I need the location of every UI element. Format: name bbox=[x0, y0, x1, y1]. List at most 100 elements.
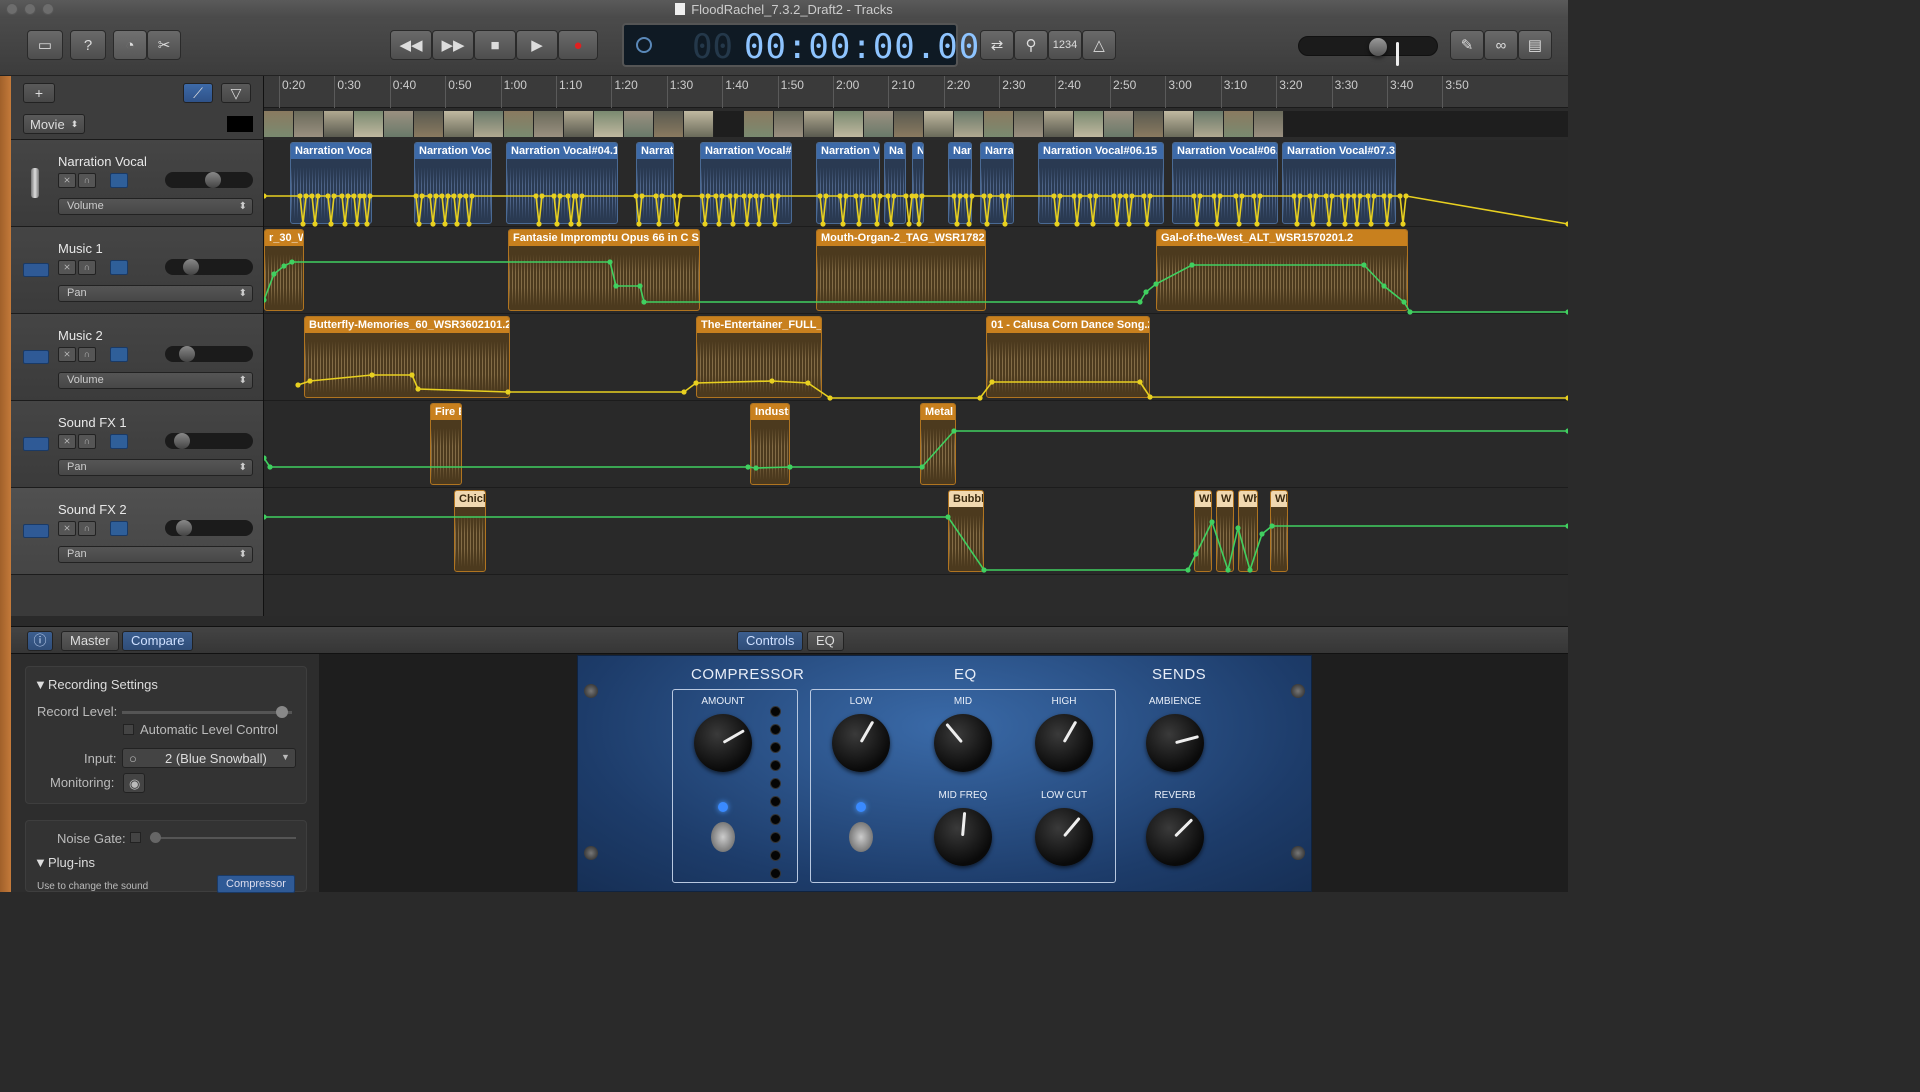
eq-toggle[interactable] bbox=[849, 822, 873, 852]
reverb-knob[interactable] bbox=[1146, 808, 1204, 866]
tab-controls[interactable]: Controls bbox=[737, 631, 804, 651]
audio-region[interactable]: r_30_WS bbox=[264, 229, 304, 311]
editors-button[interactable]: ✂ bbox=[147, 30, 181, 60]
audio-region[interactable]: Gal-of-the-West_ALT_WSR1570201.2 bbox=[1156, 229, 1408, 311]
info-button[interactable]: ⓘ bbox=[27, 631, 53, 651]
help-button[interactable]: ? bbox=[70, 30, 106, 60]
add-track-button[interactable]: + bbox=[23, 83, 55, 103]
lcd-display[interactable]: 00 00:00:00.00 bbox=[622, 23, 979, 67]
automation-parameter-select[interactable]: Pan bbox=[58, 546, 253, 563]
audio-region[interactable]: W bbox=[1216, 490, 1234, 572]
automation-toggle[interactable] bbox=[110, 434, 128, 449]
audio-region[interactable]: Fantasie Impromptu Opus 66 in C Sha bbox=[508, 229, 700, 311]
track-lane[interactable]: Butterfly-Memories_60_WSR3602101.2 The-En… bbox=[264, 314, 1568, 401]
zoom-window-button[interactable] bbox=[42, 3, 54, 15]
automation-parameter-select[interactable]: Pan bbox=[58, 285, 253, 302]
noise-gate-checkbox[interactable] bbox=[130, 832, 141, 843]
amount-knob[interactable] bbox=[694, 714, 752, 772]
audio-region[interactable]: Mouth-Organ-2_TAG_WSR178220 bbox=[816, 229, 986, 311]
track-volume-slider[interactable] bbox=[165, 520, 253, 536]
audio-region[interactable]: Butterfly-Memories_60_WSR3602101.2 bbox=[304, 316, 510, 398]
mid-freq-knob[interactable] bbox=[934, 808, 992, 866]
audio-region[interactable]: Wh bbox=[1238, 490, 1258, 572]
mute-button[interactable]: ⨯ bbox=[58, 521, 76, 536]
plugins-disclosure-icon[interactable]: ▼ bbox=[34, 855, 47, 870]
solo-button[interactable]: ∩ bbox=[78, 173, 96, 188]
track-volume-slider[interactable] bbox=[165, 346, 253, 362]
audio-region[interactable]: N bbox=[912, 142, 924, 224]
track-header[interactable]: Narration Vocal ⨯ ∩ Volume bbox=[11, 140, 263, 227]
noise-gate-knob[interactable] bbox=[150, 832, 161, 843]
automation-parameter-select[interactable]: Pan bbox=[58, 459, 253, 476]
count-in-button[interactable]: 1234 bbox=[1048, 30, 1082, 60]
play-button[interactable]: ▶ bbox=[516, 30, 558, 60]
record-level-slider[interactable] bbox=[122, 706, 292, 718]
tab-eq[interactable]: EQ bbox=[807, 631, 844, 651]
track-volume-slider[interactable] bbox=[165, 259, 253, 275]
track-lane[interactable]: Fire E Industr Metal bbox=[264, 401, 1568, 488]
audio-region[interactable]: Wl bbox=[1194, 490, 1212, 572]
track-volume-slider[interactable] bbox=[165, 172, 253, 188]
record-button[interactable]: ● bbox=[558, 30, 598, 60]
automation-toggle[interactable] bbox=[110, 260, 128, 275]
track-volume-slider[interactable] bbox=[165, 433, 253, 449]
automation-toggle[interactable] bbox=[110, 521, 128, 536]
audio-region[interactable]: Narration Vc bbox=[816, 142, 880, 224]
audio-region[interactable]: Nar bbox=[948, 142, 972, 224]
close-window-button[interactable] bbox=[6, 3, 18, 15]
audio-region[interactable]: Na bbox=[884, 142, 906, 224]
monitoring-button[interactable]: ◉ bbox=[123, 773, 145, 793]
audio-region[interactable]: 01 - Calusa Corn Dance Song.2 bbox=[986, 316, 1150, 398]
automation-parameter-select[interactable]: Volume bbox=[58, 372, 253, 389]
noise-gate-slider[interactable] bbox=[150, 832, 296, 843]
movie-track-menu[interactable]: Movie ⬍ bbox=[23, 114, 85, 134]
smart-controls-button[interactable]: ◔ bbox=[113, 30, 147, 60]
mid-knob[interactable] bbox=[934, 714, 992, 772]
track-header[interactable]: Music 1 ⨯ ∩ Pan bbox=[11, 227, 263, 314]
media-browser-button[interactable]: ▤ bbox=[1518, 30, 1552, 60]
tuner-button[interactable]: ⚲ bbox=[1014, 30, 1048, 60]
low-knob[interactable] bbox=[832, 714, 890, 772]
track-volume-knob[interactable] bbox=[204, 172, 221, 188]
mute-button[interactable]: ⨯ bbox=[58, 260, 76, 275]
audio-region[interactable]: Narra bbox=[980, 142, 1014, 224]
solo-button[interactable]: ∩ bbox=[78, 260, 96, 275]
track-volume-knob[interactable] bbox=[183, 259, 199, 275]
track-header[interactable]: Sound FX 1 ⨯ ∩ Pan bbox=[11, 401, 263, 488]
audio-region[interactable]: Narration Vocal#0 bbox=[700, 142, 792, 224]
track-header[interactable]: Sound FX 2 ⨯ ∩ Pan bbox=[11, 488, 263, 575]
audio-region[interactable]: Narration Voca bbox=[414, 142, 492, 224]
audio-region[interactable]: Fire E bbox=[430, 403, 462, 485]
track-name[interactable]: Narration Vocal bbox=[58, 154, 147, 169]
automation-toggle[interactable] bbox=[110, 347, 128, 362]
tracks-area[interactable]: 0:20 0:30 0:40 0:50 1:00 1:10 1:20 1:30 1:40 1:50… bbox=[264, 76, 1568, 616]
stop-button[interactable]: ■ bbox=[474, 30, 516, 60]
mute-button[interactable]: ⨯ bbox=[58, 347, 76, 362]
mute-button[interactable]: ⨯ bbox=[58, 434, 76, 449]
track-volume-knob[interactable] bbox=[175, 520, 192, 536]
audio-region[interactable]: Narration Vocal#04.1 bbox=[506, 142, 618, 224]
audio-region[interactable]: Narration Vocal#07.3 bbox=[1282, 142, 1396, 224]
track-name[interactable]: Sound FX 2 bbox=[58, 502, 127, 517]
solo-button[interactable]: ∩ bbox=[78, 347, 96, 362]
input-select[interactable]: ○ 2 (Blue Snowball) ▼ bbox=[122, 748, 296, 768]
ambience-knob[interactable] bbox=[1146, 714, 1204, 772]
track-name[interactable]: Music 2 bbox=[58, 328, 103, 343]
cycle-button[interactable]: ⇄ bbox=[980, 30, 1014, 60]
plugin-slot-compressor[interactable]: Compressor bbox=[217, 875, 295, 893]
track-lane[interactable]: Narration Vocal Narration Voca Narration V… bbox=[264, 140, 1568, 227]
loop-browser-button[interactable]: ∞ bbox=[1484, 30, 1518, 60]
metronome-button[interactable]: △ bbox=[1082, 30, 1116, 60]
filter-button[interactable]: ▽ bbox=[221, 83, 251, 103]
track-header[interactable]: Music 2 ⨯ ∩ Volume bbox=[11, 314, 263, 401]
notepad-button[interactable]: ✎ bbox=[1450, 30, 1484, 60]
solo-button[interactable]: ∩ bbox=[78, 521, 96, 536]
track-name[interactable]: Music 1 bbox=[58, 241, 103, 256]
show-automation-button[interactable]: ⟋ bbox=[183, 83, 213, 103]
audio-region[interactable]: Narrati bbox=[636, 142, 674, 224]
automation-toggle[interactable] bbox=[110, 173, 128, 188]
low-cut-knob[interactable] bbox=[1035, 808, 1093, 866]
movie-track-thumbnails[interactable] bbox=[264, 111, 1568, 137]
ruler[interactable]: 0:20 0:30 0:40 0:50 1:00 1:10 1:20 1:30 1:40 1:50… bbox=[264, 76, 1568, 108]
fast-forward-button[interactable]: ▶▶ bbox=[432, 30, 474, 60]
